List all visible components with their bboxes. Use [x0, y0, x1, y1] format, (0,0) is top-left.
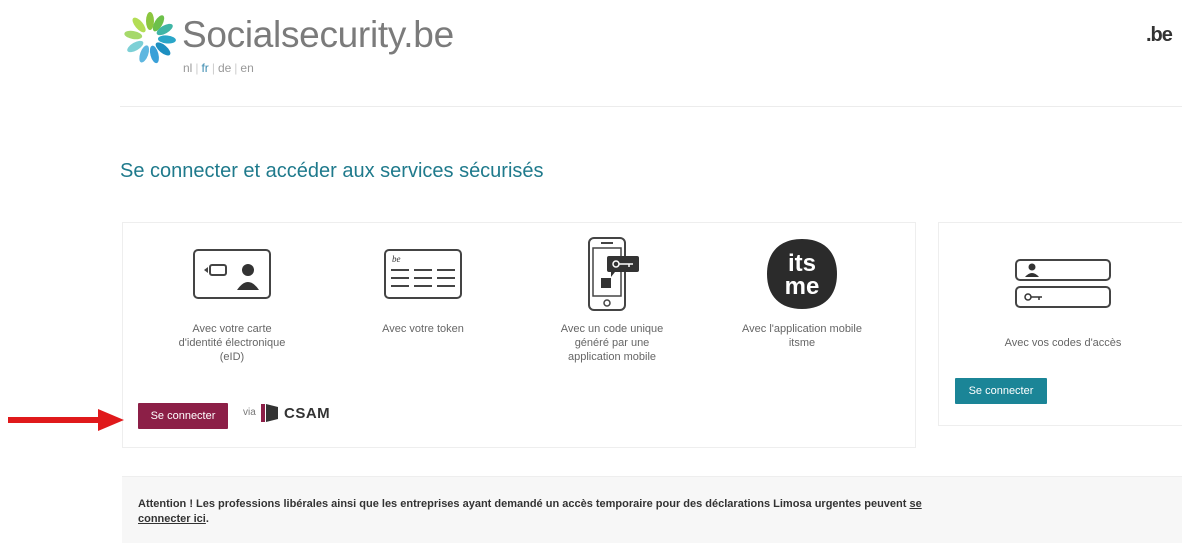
- site-header: Socialsecurity.be nl | fr | de | en .be: [0, 0, 1182, 108]
- csam-logo-text: CSAM: [284, 405, 331, 422]
- token-card-icon[interactable]: be: [383, 248, 463, 300]
- access-codes-login-button[interactable]: Se connecter: [955, 378, 1047, 404]
- notice-text: Attention ! Les professions libérales ai…: [138, 498, 922, 525]
- page-title: Se connecter et accéder aux services séc…: [120, 160, 544, 182]
- mobile-code-icon[interactable]: [585, 236, 643, 312]
- token-option-label: Avec votre token: [382, 323, 464, 335]
- lang-nl[interactable]: nl: [183, 61, 192, 75]
- language-switcher: nl | fr | de | en: [183, 61, 254, 75]
- csam-login-button[interactable]: Se connecter: [138, 403, 228, 429]
- belgium-be-logo[interactable]: .be: [1146, 24, 1173, 47]
- lang-de[interactable]: de: [218, 61, 231, 75]
- site-name[interactable]: Socialsecurity.be: [182, 14, 454, 56]
- itsme-option-label: Avec l'application mobile itsme: [742, 323, 862, 349]
- access-codes-icon[interactable]: [1012, 256, 1114, 312]
- red-arrow-icon: [8, 409, 124, 431]
- eid-option-label: Avec votre carte d'identité électronique…: [178, 323, 286, 363]
- csam-logo-icon: [261, 404, 278, 422]
- access-codes-label: Avec vos codes d'accès: [1004, 337, 1122, 349]
- itsme-logo-icon[interactable]: its me: [764, 236, 840, 312]
- lang-fr[interactable]: fr: [201, 61, 208, 75]
- eid-card-icon[interactable]: [192, 248, 272, 300]
- notice-link-se[interactable]: se: [909, 498, 921, 510]
- header-divider: [120, 106, 1182, 107]
- limosa-notice: Attention ! Les professions libérales ai…: [122, 476, 1182, 543]
- via-label: via: [243, 407, 256, 418]
- svg-text:me: me: [785, 273, 820, 300]
- mobile-code-option-label: Avec un code unique généré par une appli…: [560, 323, 664, 363]
- svg-text:be: be: [392, 254, 401, 264]
- notice-link-connecter-ici[interactable]: connecter ici: [138, 513, 206, 525]
- socialsecurity-logo-icon[interactable]: [120, 10, 180, 66]
- lang-en[interactable]: en: [240, 61, 253, 75]
